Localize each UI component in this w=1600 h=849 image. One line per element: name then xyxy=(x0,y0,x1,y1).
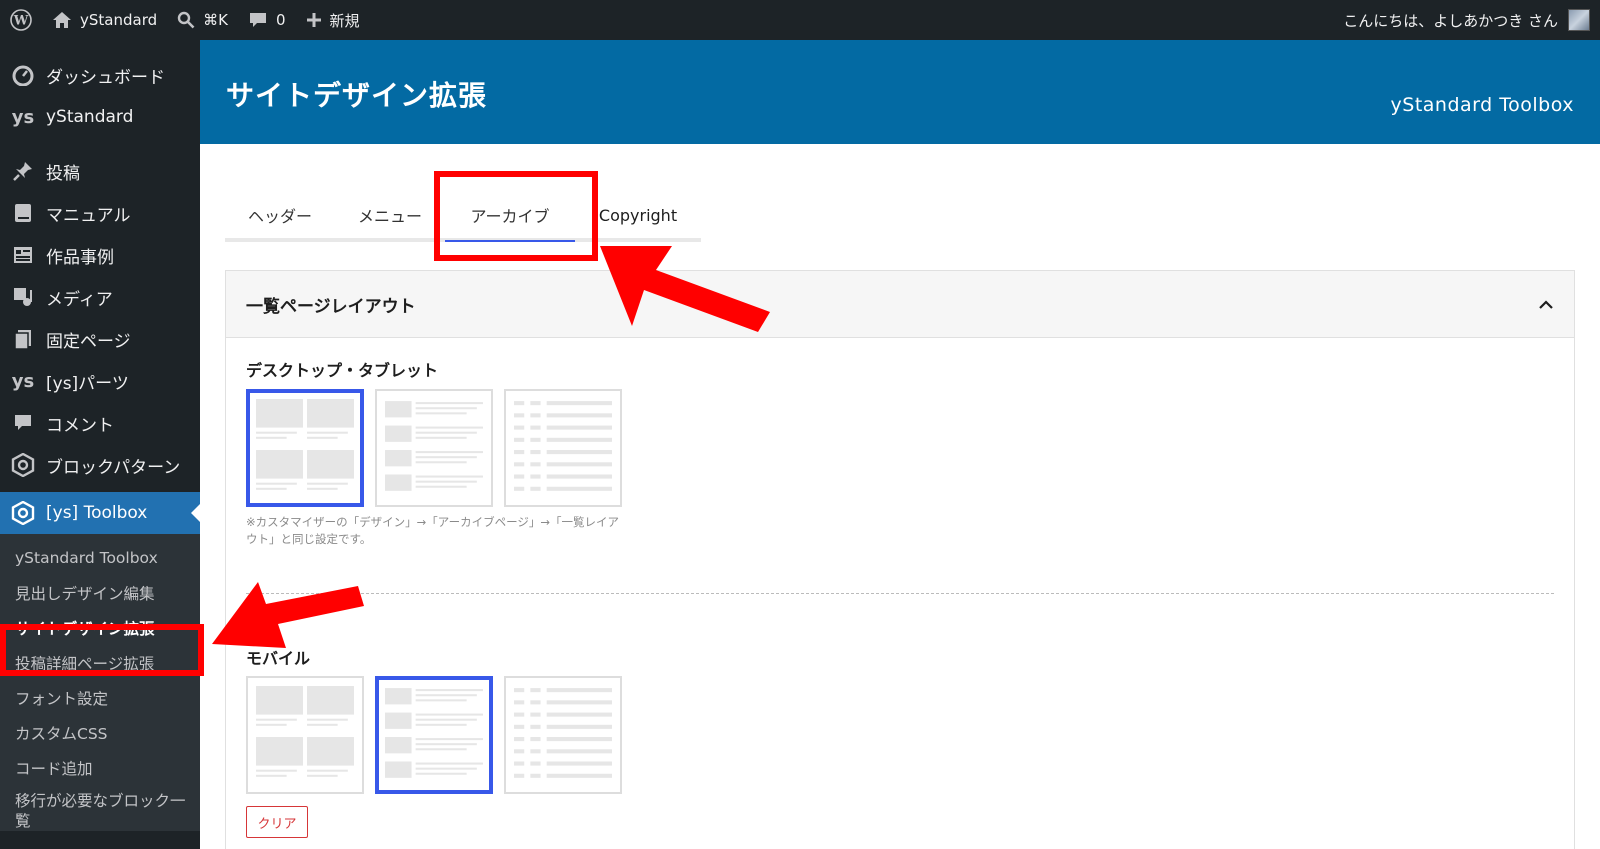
sidebar-item-pages[interactable]: 固定ページ xyxy=(0,318,200,360)
chevron-up-icon[interactable] xyxy=(1538,294,1554,315)
page-header: サイトデザイン拡張 yStandard Toolbox xyxy=(200,40,1600,144)
user-account-menu[interactable]: こんにちは、よしあかつき さん xyxy=(1333,0,1600,40)
sidebar-item-label: ダッシュボード xyxy=(46,67,165,88)
mobile-layout-card-option[interactable] xyxy=(246,676,364,794)
sidebar-item-label: メディア xyxy=(46,289,113,310)
page-title: サイトデザイン拡張 xyxy=(226,79,488,112)
sidebar-item-comments[interactable]: コメント xyxy=(0,402,200,444)
settings-content: ヘッダー メニュー アーカイブ Copyright 一覧ページレイアウト デスク… xyxy=(200,144,1600,849)
mobile-layout-options xyxy=(246,676,622,794)
site-name: yStandard xyxy=(80,11,158,29)
new-content-button[interactable]: 新規 xyxy=(296,0,370,40)
sidebar-item-label: [ys]パーツ xyxy=(46,373,129,394)
pin-icon xyxy=(10,158,36,184)
book-icon xyxy=(10,200,36,226)
sidebar-item-block-patterns[interactable]: ブロックパターン xyxy=(0,444,200,486)
submenu-add-code[interactable]: コード追加 xyxy=(0,750,200,785)
mobile-layout-list-option[interactable] xyxy=(375,676,493,794)
submenu-ystandard-toolbox[interactable]: yStandard Toolbox xyxy=(0,540,200,575)
media-icon xyxy=(10,284,36,310)
user-avatar xyxy=(1568,9,1590,31)
sidebar-item-media[interactable]: メディア xyxy=(0,276,200,318)
ys-logo-icon: ys xyxy=(11,370,35,392)
greeting-text: こんにちは、よしあかつき さん xyxy=(1343,11,1558,30)
comments-count: 0 xyxy=(275,11,286,29)
sidebar-item-dashboard[interactable]: ダッシュボード xyxy=(0,54,200,96)
layout-simple-option[interactable] xyxy=(504,389,622,507)
wordpress-icon: W xyxy=(10,9,32,31)
simple-layout-icon xyxy=(514,401,612,491)
highlight-box-archive-tab xyxy=(434,171,598,261)
sidebar-item-label: [ys] Toolbox xyxy=(46,503,148,523)
svg-text:W: W xyxy=(13,14,29,29)
simple-layout-icon xyxy=(514,688,612,778)
sidebar-item-label: yStandard xyxy=(46,107,134,127)
mobile-layout-simple-option[interactable] xyxy=(504,676,622,794)
submenu-custom-css[interactable]: カスタムCSS xyxy=(0,715,200,750)
dashboard-icon xyxy=(10,62,36,88)
layout-card-option[interactable] xyxy=(246,389,364,507)
sidebar-item-label: 作品事例 xyxy=(46,247,114,268)
layout-list-option[interactable] xyxy=(375,389,493,507)
list-layout-icon xyxy=(385,401,483,491)
site-name-link[interactable]: yStandard xyxy=(42,0,167,40)
hexagon-icon xyxy=(10,452,36,478)
annotation-arrow-to-menu xyxy=(212,582,364,648)
brand-logo: yStandard Toolbox xyxy=(1390,94,1574,116)
sidebar-item-label: マニュアル xyxy=(46,205,131,226)
comment-icon xyxy=(10,410,36,436)
card-layout-icon xyxy=(256,399,354,490)
search-shortcut-button[interactable]: ⌘K xyxy=(167,0,238,40)
desktop-layout-options xyxy=(246,389,622,507)
card-layout-icon xyxy=(256,686,354,777)
sidebar-item-ys-parts[interactable]: ys [ys]パーツ xyxy=(0,360,200,402)
home-icon xyxy=(53,12,71,28)
clear-button[interactable]: クリア xyxy=(246,806,308,838)
panel-header[interactable]: 一覧ページレイアウト xyxy=(226,271,1574,338)
sidebar-item-works[interactable]: 作品事例 xyxy=(0,234,200,276)
sidebar-item-posts[interactable]: 投稿 xyxy=(0,150,200,192)
layout-note: ※カスタマイザーの「デザイン」→「アーカイブページ」→「一覧レイアウト」と同じ設… xyxy=(246,515,619,546)
list-layout-icon xyxy=(385,688,483,778)
comment-bubble-icon xyxy=(249,13,266,27)
sidebar-item-label: ブロックパターン xyxy=(46,457,181,478)
sidebar-item-manual[interactable]: マニュアル xyxy=(0,192,200,234)
archive-layout-panel: 一覧ページレイアウト デスクトップ・タブレット ※カスタマイザーの「デザイン」→… xyxy=(225,270,1575,849)
sidebar-item-ys-toolbox[interactable]: [ys] Toolbox xyxy=(0,492,200,534)
admin-bar: W yStandard ⌘K 0 新規 こんにちは、よしあかつき さん xyxy=(0,0,1600,40)
section-divider xyxy=(246,593,1554,594)
tab-header[interactable]: ヘッダー xyxy=(225,192,335,238)
search-icon xyxy=(177,11,195,29)
pages-icon xyxy=(10,326,36,352)
sidebar-item-label: 投稿 xyxy=(46,163,80,184)
panel-title: 一覧ページレイアウト xyxy=(246,296,416,317)
comments-link[interactable]: 0 xyxy=(238,0,296,40)
toolbox-submenu: yStandard Toolbox 見出しデザイン編集 サイトデザイン拡張 投稿… xyxy=(0,534,200,831)
desktop-label: デスクトップ・タブレット xyxy=(246,361,439,380)
sidebar-item-label: 固定ページ xyxy=(46,331,131,352)
submenu-heading-design[interactable]: 見出しデザイン編集 xyxy=(0,575,200,610)
annotation-arrow-to-tab xyxy=(600,246,770,332)
wordpress-logo-button[interactable]: W xyxy=(0,0,42,40)
ys-logo-icon: ys xyxy=(11,106,35,128)
admin-sidebar: ダッシュボード ys yStandard 投稿 マニュアル 作品事例 メディア … xyxy=(0,40,200,849)
list-card-icon xyxy=(10,242,36,268)
submenu-font-settings[interactable]: フォント設定 xyxy=(0,680,200,715)
new-content-label: 新規 xyxy=(329,11,360,30)
search-shortcut-label: ⌘K xyxy=(203,11,228,29)
plus-icon xyxy=(306,13,321,27)
sidebar-item-label: コメント xyxy=(46,415,114,436)
sidebar-item-ystandard[interactable]: ys yStandard xyxy=(0,96,200,138)
hexagon-icon xyxy=(10,500,36,526)
highlight-box-site-design-menu xyxy=(0,624,204,676)
tab-menu[interactable]: メニュー xyxy=(335,192,445,238)
submenu-migration-blocks[interactable]: 移行が必要なブロック一覧 xyxy=(0,785,200,831)
